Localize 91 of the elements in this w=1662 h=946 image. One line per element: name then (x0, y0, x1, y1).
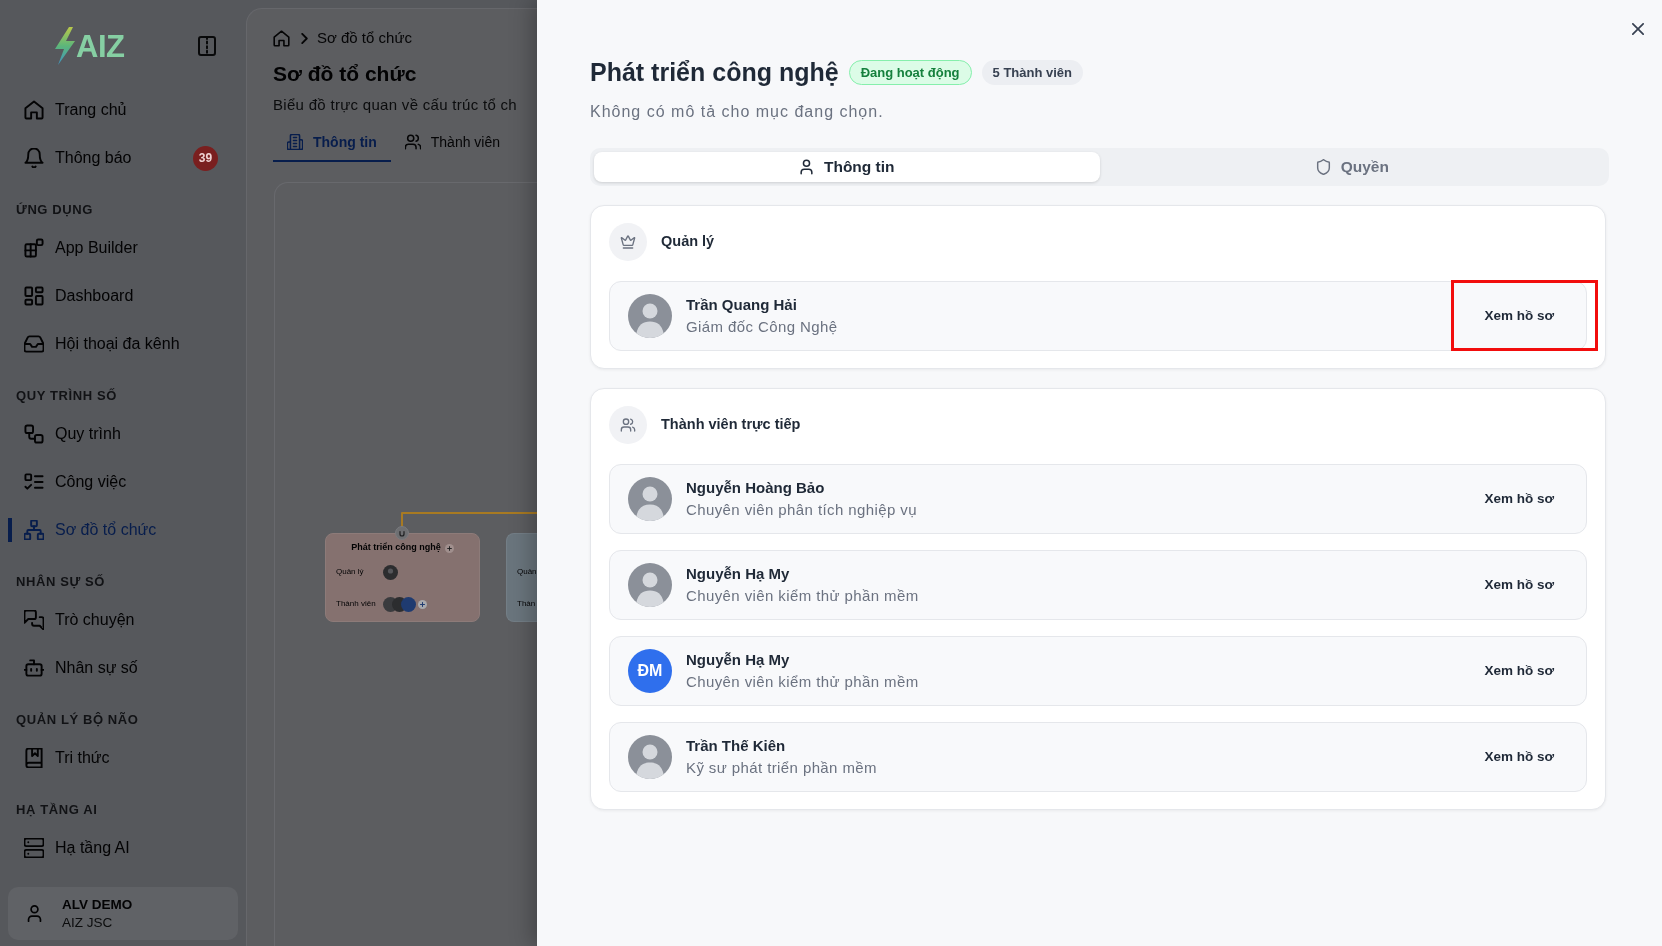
view-profile-button[interactable]: Xem hồ sơ (1470, 738, 1568, 776)
section-heading: NHÂN SỰ SỐ (15, 574, 106, 590)
section-title: Quản lý (661, 232, 715, 252)
person-name: Trần Quang Hải (686, 295, 798, 315)
section-title: Thành viên trực tiếp (661, 415, 801, 435)
server-icon (24, 838, 44, 858)
view-profile-button[interactable]: Xem hồ sơ (1470, 652, 1568, 690)
home-icon (24, 100, 44, 120)
person-role: Chuyên viên kiểm thử phần mềm (686, 672, 919, 692)
notification-count: 39 (193, 145, 218, 171)
sidebar-item[interactable]: Tri thức (8, 734, 238, 782)
person-name: Nguyễn Hoàng Bảo (686, 478, 826, 498)
person-role: Chuyên viên kiểm thử phần mềm (686, 586, 919, 606)
tab[interactable]: Quyền (1099, 152, 1605, 182)
tab[interactable]: Thông tin (273, 124, 391, 162)
person-role: Chuyên viên phân tích nghiệp vụ (686, 500, 917, 520)
breadcrumb-current: Sơ đồ tổ chức (317, 27, 412, 48)
organization-name: AIZ JSC (62, 913, 114, 932)
sidebar-item[interactable]: Công việc (8, 458, 238, 506)
logo-text: AIZ (76, 30, 125, 62)
tab[interactable]: Thông tin (594, 152, 1100, 182)
section-heading: QUẢN LÝ BỘ NÃO (15, 712, 140, 728)
close-icon (1632, 23, 1644, 35)
status-label: Đang hoạt động (848, 59, 972, 85)
plus-icon (418, 599, 427, 609)
user-icon (27, 905, 42, 922)
inbox-icon (24, 334, 44, 354)
node-label: Thàn (517, 598, 536, 610)
node-label: Quản (517, 566, 537, 578)
section-heading: QUY TRÌNH SỐ (15, 388, 118, 404)
org-node[interactable]: Quản Thàn (506, 533, 537, 622)
sidebar-item[interactable]: Quy trình (8, 410, 238, 458)
person-role: Giám đốc Công Nghệ (686, 317, 838, 337)
section-heading: ỨNG DỤNG (15, 202, 94, 218)
users-icon (609, 406, 647, 444)
person-name: Nguyễn Hạ My (686, 564, 791, 584)
drawer-description: Không có mô tả cho mục đang chọn. (590, 102, 885, 122)
grid-add-icon (24, 238, 44, 258)
page-title: Sơ đồ tổ chức (273, 61, 418, 87)
drawer-title: Phát triển công nghệ (590, 57, 839, 88)
page-description: Biểu đồ trực quan về cấu trúc tổ ch (273, 95, 518, 115)
hierarchy-icon (24, 520, 44, 540)
person-icon (798, 159, 814, 175)
avatar-icon (628, 563, 672, 607)
chat-bubbles-icon (24, 610, 44, 630)
shield-icon (1315, 159, 1331, 175)
sidebar-item[interactable]: Trò chuyện (8, 596, 238, 644)
home-icon[interactable] (273, 29, 290, 47)
connector-handle-icon[interactable] (395, 526, 409, 540)
node-label: Quản lý (336, 566, 365, 578)
chevron-icon (301, 32, 308, 44)
sidebar-item[interactable]: Hội thoại đa kênh (8, 320, 238, 368)
person-role: Kỹ sư phát triển phần mềm (686, 758, 877, 778)
sidebar-item[interactable]: Thông báo 39 (8, 134, 238, 182)
org-node[interactable]: Phát triển công nghệ Quản lý Thành viên (325, 533, 480, 622)
node-title: Phát triển công nghệ (351, 541, 441, 555)
tab[interactable]: Thành viên (390, 124, 515, 162)
node-label: Thành viên (336, 598, 377, 610)
avatar-icon (401, 596, 416, 612)
panel-toggle-icon (197, 36, 217, 56)
user-card[interactable]: ALV DEMO AIZ JSC (8, 887, 238, 940)
building-icon (287, 134, 303, 150)
sidebar-item[interactable]: App Builder (8, 224, 238, 272)
view-profile-button[interactable]: Xem hồ sơ (1470, 566, 1568, 604)
bell-icon (24, 148, 44, 168)
robot-icon (24, 658, 44, 678)
avatar-icon (628, 294, 672, 338)
plus-icon[interactable] (444, 543, 454, 553)
person-name: Nguyễn Hạ My (686, 650, 791, 670)
view-profile-button[interactable]: Xem hồ sơ (1470, 297, 1568, 335)
sidebar-item[interactable]: Trang chủ (8, 86, 238, 134)
dashboard-icon (24, 286, 44, 306)
crown-icon (609, 223, 647, 261)
sidebar-item[interactable]: Nhân sự số (8, 644, 238, 692)
book-icon (24, 748, 44, 768)
users-icon (404, 134, 421, 150)
avatar-icon (628, 477, 672, 521)
workflow-icon (24, 424, 44, 444)
sidebar-toggle-button[interactable] (197, 36, 217, 56)
lightning-icon (54, 27, 75, 65)
checklist-icon (24, 472, 44, 492)
initials-avatar: ĐM (628, 649, 672, 693)
member-count: 5 Thành viên (981, 59, 1084, 85)
sidebar-item[interactable]: Dashboard (8, 272, 238, 320)
person-name: Trần Thế Kiên (686, 736, 787, 756)
avatar-icon (628, 735, 672, 779)
view-profile-button[interactable]: Xem hồ sơ (1470, 480, 1568, 518)
user-name: ALV DEMO (62, 895, 133, 914)
avatar-icon (383, 564, 398, 580)
section-heading: HẠ TẦNG AI (15, 802, 99, 818)
sidebar-item[interactable]: Hạ tầng AI (8, 824, 238, 872)
